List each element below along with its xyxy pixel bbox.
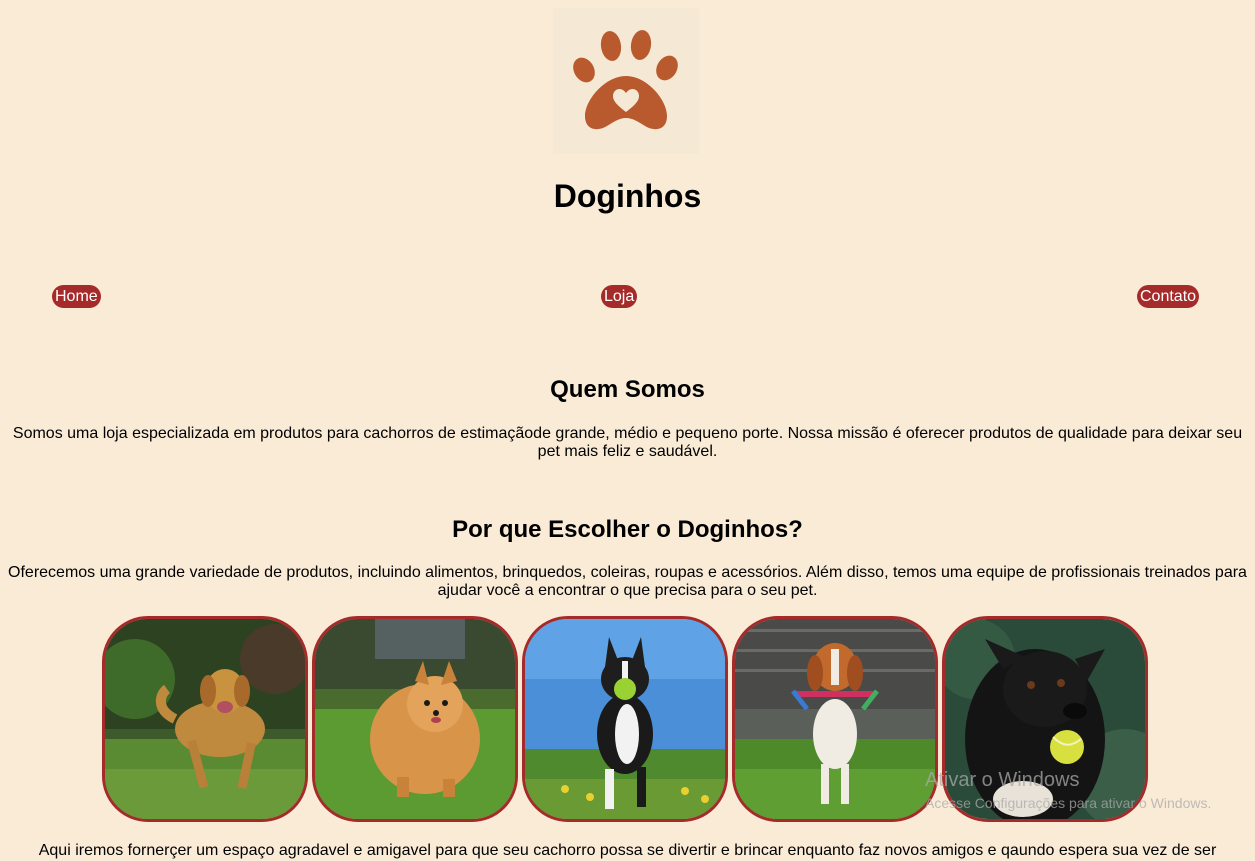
nav-home-button[interactable]: Home (52, 285, 101, 308)
about-text: Somos uma loja especializada em produtos… (12, 425, 1243, 460)
windows-activation-text: Acesse Configurações para ativar o Windo… (925, 795, 1212, 811)
nav-loja-button[interactable]: Loja (601, 285, 638, 308)
nav-contato-button[interactable]: Contato (1137, 285, 1200, 308)
pomeranian-photo (312, 616, 518, 822)
site-title: Doginhos (553, 178, 702, 214)
page: Doginhos Home Loja Contato Quem Somos So… (0, 0, 1255, 861)
beagle-photo (732, 616, 938, 822)
windows-activation-title: Ativar o Windows (925, 769, 1080, 791)
paw-heart-icon (573, 30, 678, 130)
logo (553, 8, 699, 154)
boston-terrier-photo (522, 616, 728, 822)
why-title: Por que Escolher o Doginhos? (452, 516, 803, 543)
golden-retriever-photo (102, 616, 308, 822)
about-title: Quem Somos (550, 376, 705, 403)
footer-text: Aqui iremos fornerçer um espaço agradave… (38, 842, 1217, 859)
why-text: Oferecemos uma grande variedade de produ… (8, 564, 1247, 599)
